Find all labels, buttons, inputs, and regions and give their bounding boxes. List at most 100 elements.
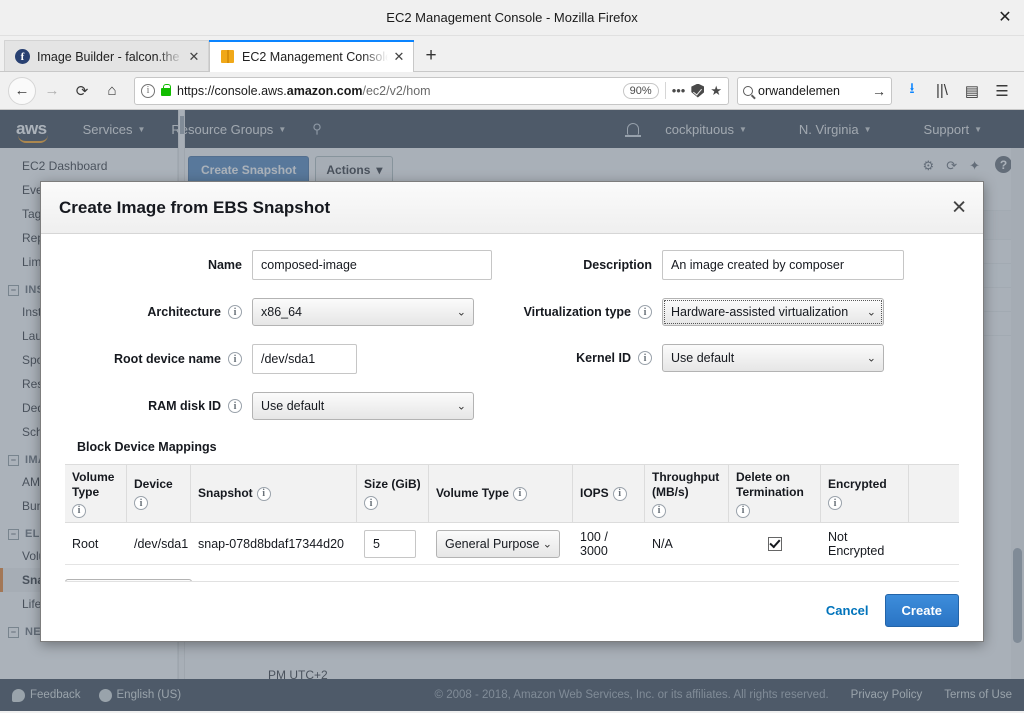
tab-strip: f Image Builder - falcon.the ✕ EC2 Manag… [0,36,1024,72]
description-input[interactable] [662,250,904,280]
shield-icon[interactable] [691,83,705,98]
tab-close-icon[interactable]: ✕ [186,49,202,65]
info-icon[interactable]: i [638,351,652,365]
search-icon [743,85,753,96]
cell-volume-type: Root [72,536,99,551]
virtualization-value: Hardware-assisted virtualization [671,305,849,319]
info-icon[interactable]: i [72,503,86,518]
cell-throughput: N/A [652,536,673,551]
column-label: Device [134,477,173,491]
info-icon[interactable]: i [638,305,652,319]
close-icon[interactable]: ✕ [951,198,967,217]
library-icon[interactable]: ||\ [928,77,956,105]
cancel-button[interactable]: Cancel [826,603,869,618]
info-icon[interactable]: i [228,305,242,319]
kernel-label-text: Kernel ID [576,351,631,365]
package-icon [220,49,235,64]
architecture-select[interactable]: x86_64 ⌄ [252,298,474,326]
chevron-down-icon: ⌄ [456,306,466,319]
ramdisk-label-text: RAM disk ID [148,399,221,413]
create-image-modal: Create Image from EBS Snapshot ✕ Name Ar… [40,181,984,642]
window-close-icon[interactable]: ✕ [996,9,1014,26]
reload-icon[interactable]: ⟳ [68,77,96,105]
menu-icon[interactable]: ☰ [988,77,1016,105]
cell-encrypted: Not Encrypted [828,529,885,558]
name-input[interactable] [252,250,492,280]
root-device-input[interactable] [252,344,357,374]
info-icon[interactable]: i [228,352,242,366]
column-volume-type-2: Volume Type i [429,465,573,522]
sidebar-icon[interactable]: ▤ [958,77,986,105]
column-label: Volume Type [72,469,115,499]
info-icon[interactable]: i [736,503,750,518]
field-description: Description [512,250,959,280]
ramdisk-select[interactable]: Use default ⌄ [252,392,474,420]
tab-ec2-management-console[interactable]: EC2 Management Console ✕ [209,40,414,72]
kernel-label: Kernel ID i [512,351,662,365]
field-kernel-id: Kernel ID i Use default ⌄ [512,344,959,372]
info-icon[interactable]: i [364,496,378,510]
chevron-down-icon: ⌄ [456,400,466,413]
column-spacer [909,465,959,522]
field-ram-disk-id: RAM disk ID i Use default ⌄ [65,392,512,420]
volume-type-select[interactable]: General Purpose ⌄ [436,529,560,558]
cell-spacer [909,540,959,548]
form-grid: Name Architecture i x86_64 ⌄ [65,250,959,438]
column-label: Size (GiB) [364,477,421,491]
info-icon[interactable]: i [512,486,527,501]
url-domain: amazon.com [286,83,363,98]
info-icon[interactable]: i [612,486,627,501]
url-path: /ec2/v2/hom [362,83,431,98]
info-icon[interactable]: i [256,486,271,501]
volume-type-value: General Purpose [445,536,540,551]
page-info-icon[interactable]: i [141,83,155,98]
architecture-label: Architecture i [65,305,252,319]
download-icon[interactable]: ⭳ [898,77,926,105]
bookmark-star-icon[interactable]: ★ [710,83,722,99]
table-header-row: Volume Type i Device i Snapshot i Size (… [65,465,959,523]
column-delete-on-termination: Delete on Termination i [729,465,821,522]
virtualization-select[interactable]: Hardware-assisted virtualization ⌄ [662,298,884,326]
delete-on-termination-checkbox[interactable] [768,536,782,551]
home-icon[interactable]: ⌂ [98,77,126,105]
kernel-select[interactable]: Use default ⌄ [662,344,884,372]
column-label: Delete on Termination [736,469,804,499]
tab-close-icon[interactable]: ✕ [391,49,407,65]
size-input[interactable] [364,529,416,558]
search-input[interactable]: orwandelemen [758,84,867,98]
page-actions-icon[interactable]: ••• [672,83,686,98]
column-volume-type: Volume Type i [65,465,127,522]
info-icon[interactable]: i [134,496,148,510]
block-device-mappings-title: Block Device Mappings [77,440,217,454]
modal-header: Create Image from EBS Snapshot ✕ [41,182,983,234]
column-size: Size (GiB) i [357,465,429,522]
info-icon[interactable]: i [828,496,842,510]
info-icon[interactable]: i [228,399,242,413]
column-label: Encrypted [828,477,887,491]
browser-navbar: ← → ⟳ ⌂ i https://console.aws.amazon.com… [0,72,1024,110]
forward-icon: → [44,82,60,99]
chevron-down-icon: ⌄ [542,538,552,550]
modal-footer: Cancel Create [65,581,959,641]
tab-label: Image Builder - falcon.the [37,49,180,64]
architecture-label-text: Architecture [147,305,221,319]
search-go-icon[interactable]: → [872,83,886,99]
column-device: Device i [127,465,191,522]
search-bar[interactable]: orwandelemen → [737,76,892,105]
zoom-level-badge[interactable]: 90% [622,82,659,99]
new-tab-button[interactable]: + [414,40,448,72]
block-device-mappings-table: Volume Type i Device i Snapshot i Size (… [65,464,959,565]
modal-title: Create Image from EBS Snapshot [59,197,331,217]
browser-titlebar: EC2 Management Console - Mozilla Firefox… [0,0,1024,36]
create-button[interactable]: Create [884,594,959,627]
form-column-left: Name Architecture i x86_64 ⌄ [65,250,512,438]
window-title: EC2 Management Console - Mozilla Firefox [386,10,638,25]
root-device-label: Root device name i [65,352,252,366]
modal-body: Name Architecture i x86_64 ⌄ [41,234,983,581]
back-icon[interactable]: ← [8,76,36,105]
field-root-device-name: Root device name i [65,344,512,374]
url-bar[interactable]: i https://console.aws.amazon.com/ec2/v2/… [134,76,729,105]
info-icon[interactable]: i [652,503,666,518]
ramdisk-value: Use default [261,399,325,413]
tab-image-builder[interactable]: f Image Builder - falcon.the ✕ [4,40,209,72]
